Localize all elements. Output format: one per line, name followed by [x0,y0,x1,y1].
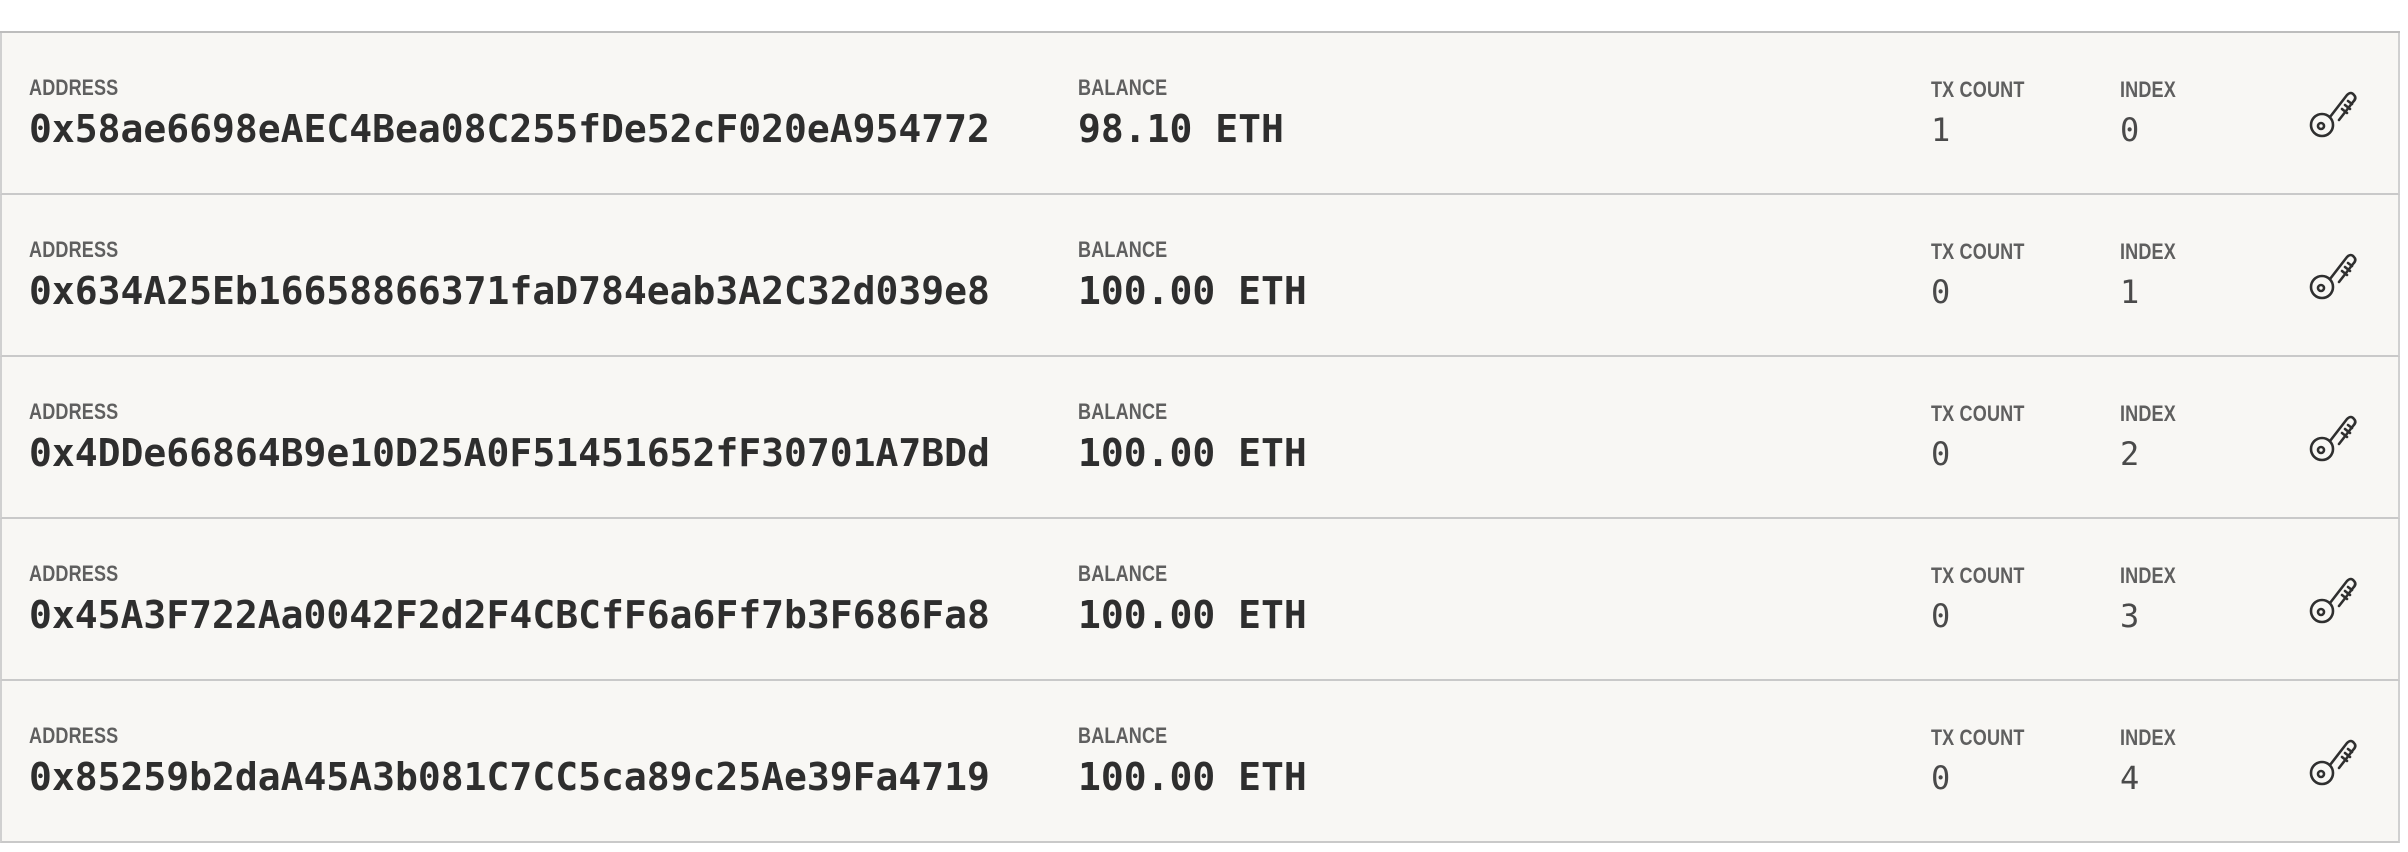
address-field: ADDRESS 0x58ae6698eAEC4Bea08C255fDe52cF0… [29,75,990,151]
address-field: ADDRESS 0x634A25Eb16658866371faD784eab3A… [29,237,990,313]
tx-count-value: 0 [1931,273,1951,311]
account-row: ADDRESS 0x4DDe66864B9e10D25A0F51451652fF… [0,357,2400,519]
tx-count-value: 0 [1931,435,1951,473]
balance-value: 100.00 ETH [1078,269,1307,313]
address-field: ADDRESS 0x85259b2daA45A3b081C7CC5ca89c25… [29,723,990,799]
account-list: ADDRESS 0x58ae6698eAEC4Bea08C255fDe52cF0… [0,31,2400,843]
balance-label: BALANCE [1078,399,1168,424]
index-value: 2 [2120,435,2140,473]
address-label: ADDRESS [29,399,119,424]
key-icon [2309,577,2357,624]
index-label: INDEX [2120,563,2176,588]
key-icon [2309,253,2357,300]
address-value: 0x58ae6698eAEC4Bea08C255fDe52cF020eA9547… [29,107,990,151]
index-field: INDEX 3 [2120,563,2188,635]
tx-count-field: TX COUNT 1 [1931,77,2045,149]
balance-label: BALANCE [1078,237,1168,262]
index-field: INDEX 4 [2120,725,2188,797]
tx-count-value: 0 [1931,759,1951,797]
index-value: 3 [2120,597,2140,635]
tx-count-label: TX COUNT [1931,725,2025,750]
key-icon [2309,739,2357,786]
balance-value: 100.00 ETH [1078,755,1307,799]
show-keys-button[interactable] [2302,567,2366,631]
show-keys-button[interactable] [2302,81,2366,145]
balance-field: BALANCE 100.00 ETH [1078,561,1307,637]
balance-value: 100.00 ETH [1078,431,1307,475]
account-row: ADDRESS 0x45A3F722Aa0042F2d2F4CBCfF6a6Ff… [0,519,2400,681]
address-value: 0x634A25Eb16658866371faD784eab3A2C32d039… [29,269,990,313]
index-field: INDEX 1 [2120,239,2188,311]
account-row: ADDRESS 0x634A25Eb16658866371faD784eab3A… [0,195,2400,357]
tx-count-label: TX COUNT [1931,77,2025,102]
index-label: INDEX [2120,239,2176,264]
address-field: ADDRESS 0x4DDe66864B9e10D25A0F51451652fF… [29,399,990,475]
index-value: 1 [2120,273,2140,311]
address-field: ADDRESS 0x45A3F722Aa0042F2d2F4CBCfF6a6Ff… [29,561,990,637]
address-value: 0x45A3F722Aa0042F2d2F4CBCfF6a6Ff7b3F686F… [29,593,990,637]
index-label: INDEX [2120,725,2176,750]
balance-field: BALANCE 100.00 ETH [1078,723,1307,799]
address-label: ADDRESS [29,561,119,586]
tx-count-label: TX COUNT [1931,239,2025,264]
account-row: ADDRESS 0x85259b2daA45A3b081C7CC5ca89c25… [0,681,2400,843]
show-keys-button[interactable] [2302,729,2366,793]
tx-count-field: TX COUNT 0 [1931,563,2045,635]
balance-value: 100.00 ETH [1078,593,1307,637]
index-field: INDEX 2 [2120,401,2188,473]
key-icon [2309,415,2357,462]
index-label: INDEX [2120,401,2176,426]
index-value: 0 [2120,111,2140,149]
balance-field: BALANCE 100.00 ETH [1078,237,1307,313]
address-label: ADDRESS [29,75,119,100]
tx-count-field: TX COUNT 0 [1931,401,2045,473]
index-label: INDEX [2120,77,2176,102]
show-keys-button[interactable] [2302,405,2366,469]
tx-count-value: 0 [1931,597,1951,635]
balance-field: BALANCE 100.00 ETH [1078,399,1307,475]
tx-count-label: TX COUNT [1931,401,2025,426]
tx-count-field: TX COUNT 0 [1931,725,2045,797]
balance-value: 98.10 ETH [1078,107,1284,151]
account-row: ADDRESS 0x58ae6698eAEC4Bea08C255fDe52cF0… [0,33,2400,195]
balance-label: BALANCE [1078,561,1168,586]
address-label: ADDRESS [29,237,119,262]
balance-label: BALANCE [1078,75,1168,100]
accounts-page: ADDRESS 0x58ae6698eAEC4Bea08C255fDe52cF0… [0,0,2408,852]
index-value: 4 [2120,759,2140,797]
balance-field: BALANCE 98.10 ETH [1078,75,1284,151]
show-keys-button[interactable] [2302,243,2366,307]
address-label: ADDRESS [29,723,119,748]
tx-count-value: 1 [1931,111,1951,149]
key-icon [2309,91,2357,138]
tx-count-field: TX COUNT 0 [1931,239,2045,311]
index-field: INDEX 0 [2120,77,2188,149]
address-value: 0x4DDe66864B9e10D25A0F51451652fF30701A7B… [29,431,990,475]
tx-count-label: TX COUNT [1931,563,2025,588]
balance-label: BALANCE [1078,723,1168,748]
address-value: 0x85259b2daA45A3b081C7CC5ca89c25Ae39Fa47… [29,755,990,799]
